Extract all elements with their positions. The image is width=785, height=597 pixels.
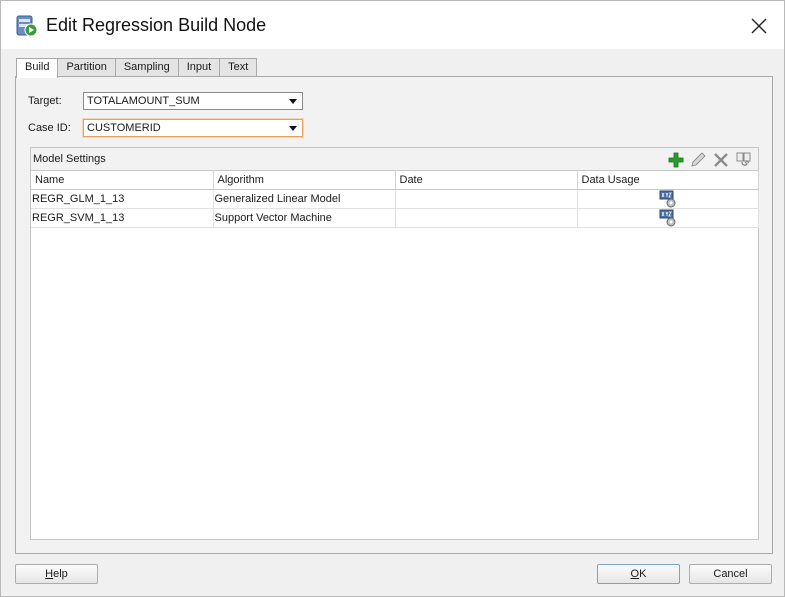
- tab-strip: Build Partition Sampling Input Text: [16, 58, 258, 78]
- data-usage-icon[interactable]: [659, 190, 677, 208]
- delete-icon[interactable]: [712, 151, 730, 169]
- ok-button[interactable]: OK: [597, 564, 680, 584]
- target-label: Target:: [28, 95, 62, 107]
- column-header-name[interactable]: Name: [31, 170, 214, 190]
- column-header-algorithm[interactable]: Algorithm: [213, 170, 396, 190]
- add-icon[interactable]: [667, 151, 685, 169]
- cell-date: [395, 189, 578, 209]
- cell-algorithm: Generalized Linear Model: [213, 189, 396, 209]
- close-icon: [751, 18, 767, 34]
- cell-data-usage[interactable]: [577, 208, 759, 228]
- data-usage-icon[interactable]: [659, 209, 677, 227]
- tab-partition[interactable]: Partition: [57, 58, 116, 76]
- cell-name: REGR_SVM_1_13: [31, 208, 214, 228]
- help-mnemonic: H: [45, 568, 54, 580]
- help-button[interactable]: Help: [15, 564, 98, 584]
- build-tab-panel: Target: TOTALAMOUNT_SUM Case ID: CUSTOME…: [15, 76, 773, 554]
- column-header-data-usage[interactable]: Data Usage: [577, 170, 759, 190]
- case-id-label: Case ID:: [28, 122, 71, 134]
- ok-label: K: [639, 568, 647, 580]
- tab-text[interactable]: Text: [219, 58, 258, 76]
- cell-date: [395, 208, 578, 228]
- cell-algorithm: Support Vector Machine: [213, 208, 396, 228]
- table-row[interactable]: REGR_SVM_1_13 Support Vector Machine: [31, 208, 759, 228]
- model-settings-header: Model Settings: [31, 148, 758, 170]
- model-settings-title: Model Settings: [33, 153, 106, 165]
- case-id-dropdown[interactable]: CUSTOMERID: [83, 119, 303, 137]
- dialog-title: Edit Regression Build Node: [46, 15, 267, 35]
- edit-regression-build-node-dialog: Edit Regression Build Node Build Partiti…: [0, 0, 785, 597]
- table-header-row: Name Algorithm Date Data Usage: [31, 170, 759, 190]
- target-value: TOTALAMOUNT_SUM: [87, 95, 200, 107]
- target-dropdown[interactable]: TOTALAMOUNT_SUM: [83, 92, 303, 110]
- chevron-down-icon: [289, 99, 297, 104]
- ok-mnemonic: O: [630, 568, 640, 580]
- chevron-down-icon: [289, 126, 297, 131]
- case-id-value: CUSTOMERID: [87, 122, 161, 134]
- regression-build-node-icon: [16, 15, 38, 37]
- cell-data-usage[interactable]: [577, 189, 759, 209]
- tab-sampling[interactable]: Sampling: [114, 58, 179, 76]
- tab-build[interactable]: Build: [16, 58, 59, 78]
- copy-icon[interactable]: [735, 151, 753, 169]
- close-button[interactable]: [741, 9, 777, 43]
- edit-icon[interactable]: [689, 151, 707, 169]
- column-header-date[interactable]: Date: [395, 170, 578, 190]
- cell-name: REGR_GLM_1_13: [31, 189, 214, 209]
- help-label: elp: [53, 568, 68, 580]
- model-settings-table: Name Algorithm Date Data Usage REGR_GLM_…: [31, 170, 759, 228]
- cancel-button[interactable]: Cancel: [689, 564, 772, 584]
- tab-input[interactable]: Input: [177, 58, 221, 76]
- title-bar: Edit Regression Build Node: [1, 1, 784, 49]
- table-row[interactable]: REGR_GLM_1_13 Generalized Linear Model: [31, 189, 759, 209]
- model-settings-panel: Model Settings Name Algorithm Date Data …: [30, 147, 759, 540]
